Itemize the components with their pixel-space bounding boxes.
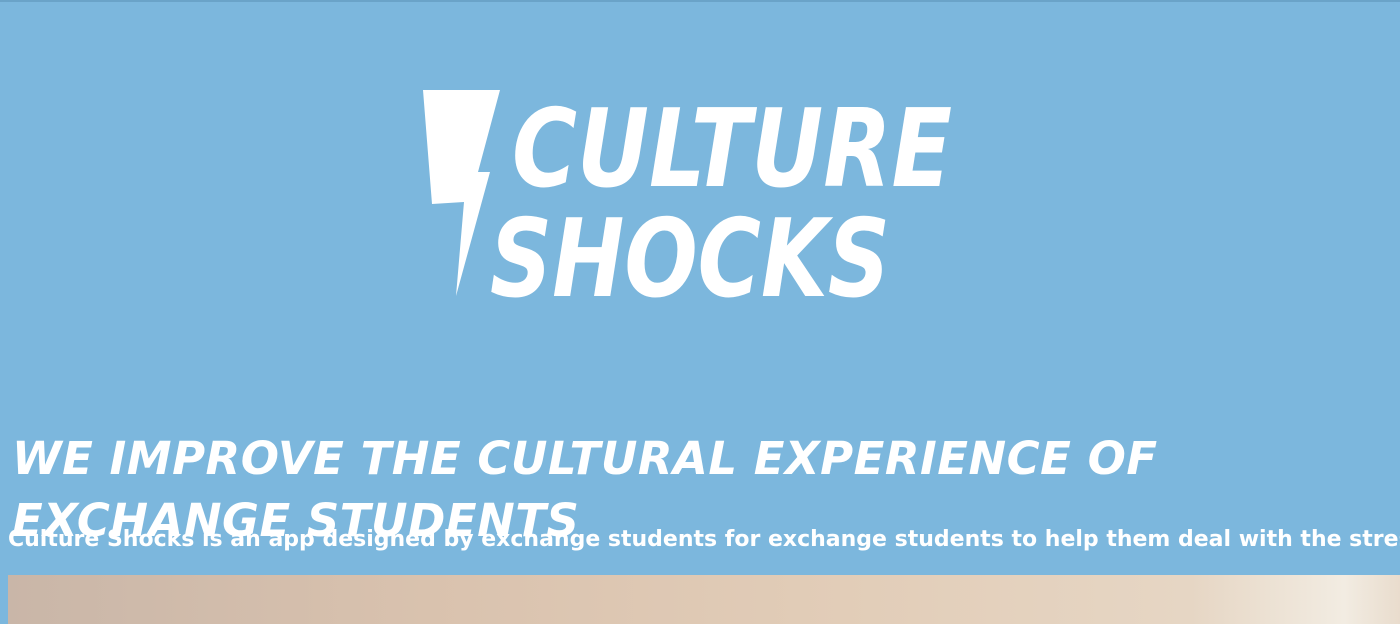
hero-lede: Culture Shocks is an app designed by exc… bbox=[8, 527, 1400, 552]
logo-graphic: CULTURE SHOCKS bbox=[423, 87, 952, 302]
logo-line-shocks: SHOCKS bbox=[490, 197, 890, 302]
lightning-bolt-icon bbox=[423, 90, 500, 296]
logo-line-culture: CULTURE bbox=[512, 87, 952, 212]
top-divider bbox=[0, 0, 1400, 2]
culture-shocks-logo: CULTURE SHOCKS bbox=[420, 86, 960, 302]
hero-image bbox=[8, 575, 1400, 624]
page: CULTURE SHOCKS WE IMPROVE THE CULTURAL E… bbox=[0, 0, 1400, 624]
